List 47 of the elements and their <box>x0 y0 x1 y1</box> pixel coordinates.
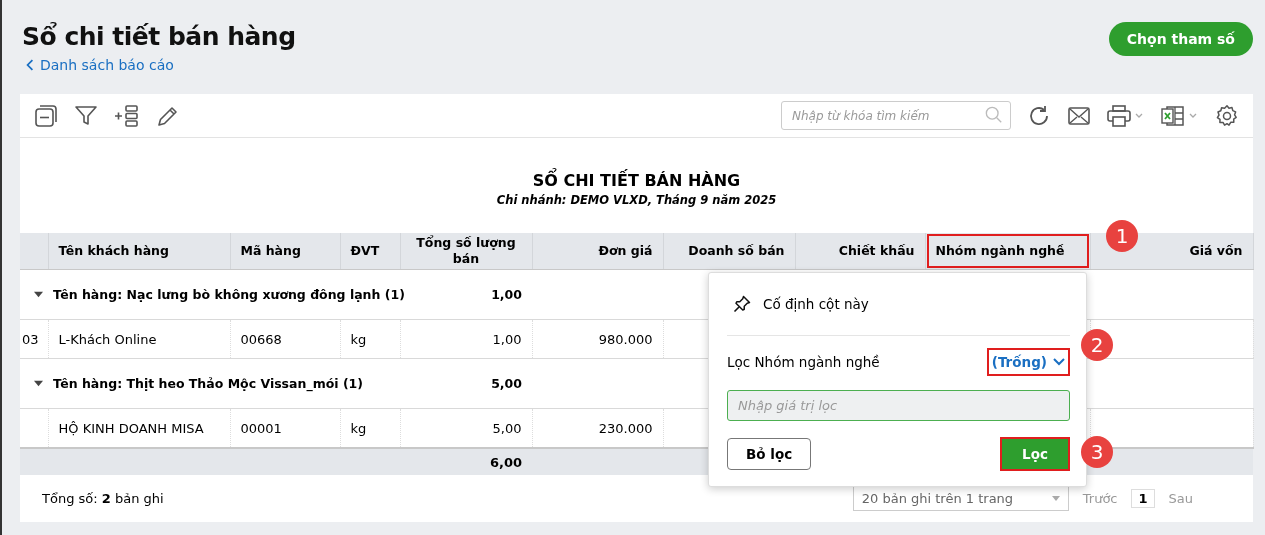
column-header[interactable]: Giá vốn <box>1189 243 1243 259</box>
group-label: Tên hàng: Nạc lưng bò không xương đông lạnh (1) <box>53 287 405 302</box>
page-title: Sổ chi tiết bán hàng <box>22 22 296 51</box>
column-header[interactable]: Đơn giá <box>598 243 653 259</box>
table-cell: 03 <box>22 331 39 347</box>
print-icon[interactable] <box>1107 103 1145 128</box>
column-header[interactable]: Nhóm ngành nghề <box>925 233 1090 269</box>
operator-dropdown[interactable]: (Trống) <box>986 348 1070 376</box>
excel-icon[interactable] <box>1161 103 1199 128</box>
search-icon <box>985 106 1003 124</box>
table-cell: L-Khách Online <box>58 331 157 347</box>
filter-value-input[interactable]: Nhập giá trị lọc <box>727 390 1070 421</box>
group-label: Tên hàng: Thịt heo Thảo Mộc Vissan_mói (1) <box>53 376 363 391</box>
refresh-icon[interactable] <box>1027 103 1051 128</box>
record-count: Tổng số: 2 bản ghi <box>42 490 164 506</box>
chevron-left-icon[interactable] <box>26 59 34 71</box>
search-field[interactable]: Nhập từ khóa tìm kiếm <box>781 101 1011 130</box>
group-quantity: 1,00 <box>491 287 522 302</box>
back-link[interactable]: Danh sách báo cáo <box>26 57 174 73</box>
table-cell: kg <box>350 420 367 436</box>
chevron-down-icon <box>1053 358 1065 366</box>
table-cell: 1,00 <box>492 331 522 347</box>
step-number-badge: 1 <box>1106 220 1138 252</box>
page-number[interactable]: 1 <box>1131 488 1155 508</box>
table-cell: 00001 <box>240 420 282 436</box>
report-title: SỔ CHI TIẾT BÁN HÀNG <box>532 170 741 190</box>
filter-label: Lọc Nhóm ngành nghề <box>727 354 880 370</box>
pin-icon[interactable] <box>733 295 751 313</box>
table-cell: 230.000 <box>598 420 653 436</box>
clear-filter-button[interactable]: Bỏ lọc <box>727 438 812 470</box>
step-number-badge: 2 <box>1081 329 1113 361</box>
table-cell: 5,00 <box>492 420 522 436</box>
table-cell: HỘ KINH DOANH MISA <box>58 420 204 436</box>
caret-down-icon <box>1051 495 1060 501</box>
total-quantity: 6,00 <box>489 454 522 470</box>
filter-icon[interactable] <box>74 103 98 128</box>
table-cell: kg <box>350 331 367 347</box>
add-row-icon[interactable] <box>114 103 140 128</box>
collapse-icon[interactable] <box>34 103 58 128</box>
report-subtitle: Chi nhánh: DEMO VLXD, Tháng 9 năm 2025 <box>496 192 777 207</box>
group-quantity: 5,00 <box>491 376 522 391</box>
table-cell: 00668 <box>240 331 282 347</box>
collapse-icon[interactable] <box>34 379 43 388</box>
table-cell: 980.000 <box>598 331 653 347</box>
settings-icon[interactable] <box>1215 103 1239 128</box>
pin-column-option[interactable]: Cố định cột này <box>763 296 869 312</box>
collapse-icon[interactable] <box>34 290 43 299</box>
